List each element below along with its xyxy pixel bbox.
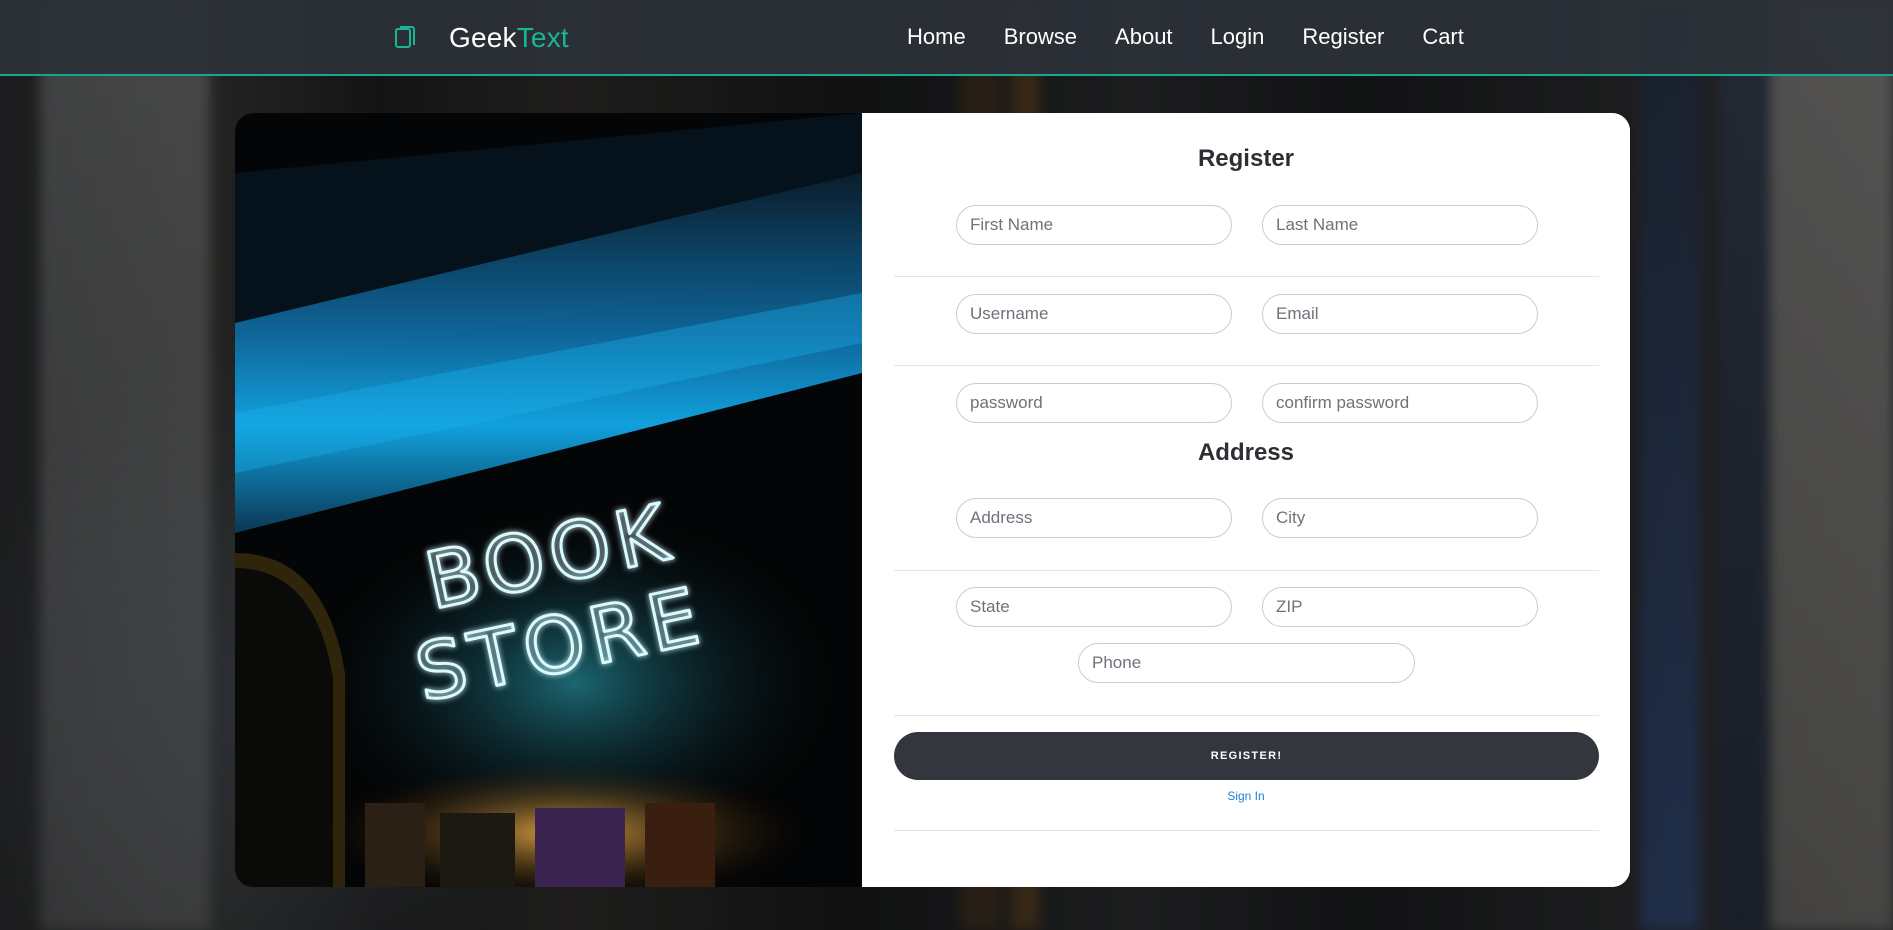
state-input[interactable]	[956, 587, 1232, 627]
sign-in-link[interactable]: Sign In	[862, 789, 1630, 803]
nav-home[interactable]: Home	[907, 22, 966, 52]
bookstore-neon-photo: BOOK STORE	[235, 113, 862, 887]
divider	[894, 570, 1599, 571]
divider	[894, 365, 1599, 366]
nav-login[interactable]: Login	[1211, 22, 1265, 52]
divider	[894, 276, 1599, 277]
nav-about[interactable]: About	[1115, 22, 1173, 52]
book-icon	[395, 26, 415, 48]
register-form: Register Address REGISTER! Sign In	[862, 113, 1630, 887]
register-button[interactable]: REGISTER!	[894, 732, 1599, 780]
nav-browse[interactable]: Browse	[1004, 22, 1077, 52]
zip-input[interactable]	[1262, 587, 1538, 627]
nav-links: Home Browse About Login Register Cart	[907, 22, 1502, 52]
nav-cart[interactable]: Cart	[1422, 22, 1464, 52]
divider	[894, 715, 1599, 716]
brand-logo-link[interactable]: GeekText	[393, 18, 569, 58]
first-name-input[interactable]	[956, 205, 1232, 245]
divider	[894, 830, 1599, 831]
nav-register[interactable]: Register	[1302, 22, 1384, 52]
last-name-input[interactable]	[1262, 205, 1538, 245]
address-title: Address	[1197, 439, 1295, 466]
password-input[interactable]	[956, 383, 1232, 423]
address-input[interactable]	[956, 498, 1232, 538]
phone-input[interactable]	[1078, 643, 1415, 683]
confirm-password-input[interactable]	[1262, 383, 1538, 423]
city-input[interactable]	[1262, 498, 1538, 538]
register-card: BOOK STORE Register Address REGISTER! Si…	[235, 113, 1630, 887]
username-input[interactable]	[956, 294, 1232, 334]
brand-name: GeekText	[449, 22, 569, 54]
brand-name-part1: Geek	[449, 22, 517, 53]
email-input[interactable]	[1262, 294, 1538, 334]
brand-name-part2: Text	[516, 22, 569, 53]
top-navbar: GeekText Home Browse About Login Registe…	[0, 0, 1893, 76]
register-title: Register	[1197, 145, 1295, 172]
